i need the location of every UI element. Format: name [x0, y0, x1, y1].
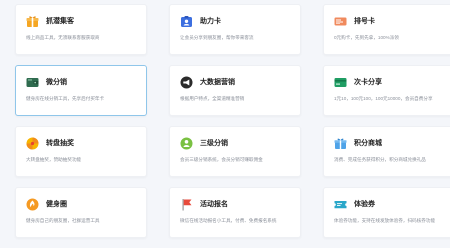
card-header: 抓潜集客: [26, 14, 138, 28]
tool-card-points-mall[interactable]: 积分商城 消费、完成任务获得积分，积分商城兑换礼品: [323, 126, 450, 177]
card-description: 大转盘抽奖，赞助抽奖功能: [26, 157, 82, 162]
card-header: 活动报名: [180, 197, 292, 211]
tool-card-queue-card[interactable]: 排号卡 0元购卡，先到先拿，100%派领: [323, 4, 450, 55]
tool-card-fitness-circle[interactable]: 健身圈 健身房自己的朋友圈，社群运营工具: [15, 187, 147, 238]
card-header: 积分商城: [334, 136, 446, 150]
flag-icon: [180, 198, 193, 211]
card-description: 微信在线活动报名小工具，付费、免费报名系统: [180, 218, 277, 223]
card-header: 次卡分享: [334, 75, 446, 89]
card-description: 让会员分享到朋友圈，帮你带来客流: [180, 35, 254, 40]
points-mall-icon: [334, 137, 347, 150]
card-description: 0元购卡，先到先拿，100%派领: [334, 35, 399, 40]
ticket-icon: [334, 15, 347, 28]
card-title: 次卡分享: [354, 79, 382, 86]
tool-card-big-data-marketing[interactable]: 大数据营销 根据用户特点，全渠道精准营销: [169, 65, 301, 116]
card-description: 健身房在线分销工具，先享后付买年卡: [26, 96, 105, 101]
tool-card-trial-voucher[interactable]: 体验券 体验券功能，支持在线发放体验券，扫码核券功能: [323, 187, 450, 238]
distribution-icon: [180, 137, 193, 150]
wallet-icon: [26, 76, 39, 89]
tool-card-pass-share[interactable]: 次卡分享 1元10，100元100，100元10000，会员自费分享: [323, 65, 450, 116]
card-title: 助力卡: [200, 18, 221, 25]
lucky-wheel-icon: [26, 137, 39, 150]
card-description: 根据用户特点，全渠道精准营销: [180, 96, 245, 101]
tool-card-boost-card[interactable]: 助力卡 让会员分享到朋友圈，帮你带来客流: [169, 4, 301, 55]
card-header: 转盘抽奖: [26, 136, 138, 150]
card-title: 积分商城: [354, 140, 382, 147]
card-description: 线上商品工具，无须联系客服获取商: [26, 35, 100, 40]
card-header: 排号卡: [334, 14, 446, 28]
card-title: 大数据营销: [200, 79, 235, 86]
card-description: 1元10，100元100，100元10000，会员自费分享: [334, 96, 433, 101]
id-card-icon: [180, 15, 193, 28]
card-title: 排号卡: [354, 18, 375, 25]
card-title: 微分销: [46, 79, 67, 86]
card-description: 消费、完成任务获得积分，积分商城兑换礼品: [334, 157, 426, 162]
gift-box-icon: [26, 15, 39, 28]
megaphone-icon: [180, 76, 193, 89]
card-header: 健身圈: [26, 197, 138, 211]
voucher-icon: [334, 198, 347, 211]
fitness-circle-icon: [26, 198, 39, 211]
share-card-icon: [334, 76, 347, 89]
card-description: 会员三级分销系统，会员分销可赚取佣金: [180, 157, 263, 162]
card-header: 助力卡: [180, 14, 292, 28]
card-header: 大数据营销: [180, 75, 292, 89]
tool-card-event-signup[interactable]: 活动报名 微信在线活动报名小工具，付费、免费报名系统: [169, 187, 301, 238]
tool-card-three-level-distribution[interactable]: 三级分销 会员三级分销系统，会员分销可赚取佣金: [169, 126, 301, 177]
tool-card-lucky-wheel[interactable]: 转盘抽奖 大转盘抽奖，赞助抽奖功能: [15, 126, 147, 177]
tool-card-capture[interactable]: 抓潜集客 线上商品工具，无须联系客服获取商: [15, 4, 147, 55]
card-description: 体验券功能，支持在线发放体验券，扫码核券功能: [334, 218, 436, 223]
card-header: 微分销: [26, 75, 138, 89]
card-description: 健身房自己的朋友圈，社群运营工具: [26, 218, 100, 223]
card-header: 三级分销: [180, 136, 292, 150]
card-title: 体验券: [354, 201, 375, 208]
card-title: 三级分销: [200, 140, 228, 147]
card-title: 健身圈: [46, 201, 67, 208]
card-title: 抓潜集客: [46, 18, 74, 25]
tool-grid: 抓潜集客 线上商品工具，无须联系客服获取商 助力卡 让会员分享到朋友圈，帮你带来…: [15, 4, 450, 238]
card-title: 转盘抽奖: [46, 140, 74, 147]
card-title: 活动报名: [200, 201, 228, 208]
tool-card-micro-distribution[interactable]: 微分销 健身房在线分销工具，先享后付买年卡: [15, 65, 147, 116]
card-header: 体验券: [334, 197, 446, 211]
